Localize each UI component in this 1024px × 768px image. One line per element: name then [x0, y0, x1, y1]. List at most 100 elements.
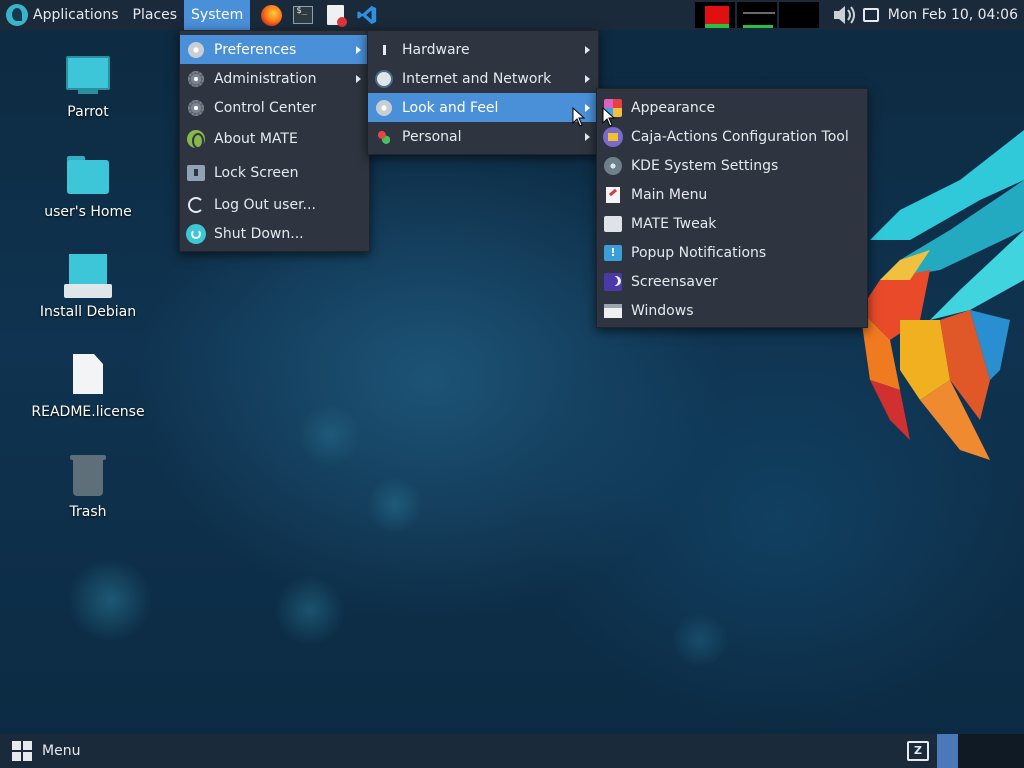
look-and-feel-submenu: Appearance Caja-Actions Configuration To… [596, 88, 868, 328]
menu-item-label: Hardware [402, 41, 470, 58]
mouse-pointer-icon [602, 107, 616, 127]
kde-settings-icon [603, 156, 623, 176]
menu-item-label: Administration [214, 70, 317, 87]
mouse-pointer-icon [572, 107, 586, 127]
menu-item-personal[interactable]: Personal [368, 122, 598, 151]
trash-icon [64, 452, 112, 500]
main-menu-label: Menu [42, 743, 81, 759]
network-graph [778, 2, 819, 28]
mate-tweak-icon [603, 214, 623, 234]
desktop-icon-home[interactable]: user's Home [28, 152, 148, 220]
keyboard-indicator-icon[interactable]: Z [907, 741, 929, 761]
menu-item-log-out[interactable]: Log Out user... [180, 190, 369, 219]
menu-item-label: Windows [631, 302, 694, 319]
desktop-icon-label: README.license [31, 404, 145, 420]
menu-item-label: Screensaver [631, 273, 718, 290]
menu-item-label: Main Menu [631, 186, 708, 203]
menu-item-main-menu[interactable]: Main Menu [597, 180, 867, 209]
menu-item-kde-system-settings[interactable]: KDE System Settings [597, 151, 867, 180]
installer-icon [64, 252, 112, 300]
places-menu-label: Places [132, 7, 178, 23]
mate-logo-icon [186, 129, 206, 149]
memory-graph [736, 2, 777, 28]
lock-icon [186, 163, 206, 183]
logout-icon [186, 195, 206, 215]
desktop-icon-label: Install Debian [39, 304, 137, 320]
menu-item-label: Preferences [214, 41, 297, 58]
menu-item-label: Shut Down... [214, 225, 304, 242]
terminal-launcher[interactable]: $_ [290, 2, 316, 28]
menu-item-internet-network[interactable]: Internet and Network [368, 64, 598, 93]
window-list-icon[interactable] [862, 8, 879, 22]
submenu-arrow-icon [356, 45, 361, 54]
places-menu[interactable]: Places [126, 0, 185, 30]
menu-item-label: Appearance [631, 99, 716, 116]
screensaver-icon [603, 272, 623, 292]
screenshot-icon [326, 5, 347, 27]
menu-item-label: MATE Tweak [631, 215, 717, 232]
menu-item-windows[interactable]: Windows [597, 296, 867, 325]
menu-item-mate-tweak[interactable]: MATE Tweak [597, 209, 867, 238]
menu-item-label: Personal [402, 128, 462, 145]
parrot-logo-icon [6, 4, 28, 26]
menu-item-hardware[interactable]: Hardware [368, 35, 598, 64]
hardware-icon [374, 40, 394, 60]
menu-item-appearance[interactable]: Appearance [597, 93, 867, 122]
firefox-icon [260, 4, 282, 26]
menu-item-label: Internet and Network [402, 70, 552, 87]
menu-item-popup-notifications[interactable]: ! Popup Notifications [597, 238, 867, 267]
menu-item-label: Log Out user... [214, 196, 316, 213]
menu-item-caja-actions[interactable]: Caja-Actions Configuration Tool [597, 122, 867, 151]
globe-icon [374, 69, 394, 89]
menu-item-label: KDE System Settings [631, 157, 779, 174]
menu-item-control-center[interactable]: Control Center [180, 93, 369, 122]
desktop-icon-label: user's Home [44, 204, 132, 220]
menu-item-preferences[interactable]: Preferences [180, 35, 369, 64]
clock[interactable]: Mon Feb 10, 04:06 [888, 7, 1018, 23]
caja-actions-icon [603, 126, 623, 147]
system-menu[interactable]: System [184, 0, 251, 30]
menu-item-label: Caja-Actions Configuration Tool [631, 128, 849, 145]
submenu-arrow-icon [585, 74, 590, 83]
desktop-icon-label: Parrot [67, 104, 109, 120]
power-icon [186, 223, 206, 244]
applications-menu[interactable]: Applications [0, 0, 126, 30]
menu-item-lock-screen[interactable]: Lock Screen [180, 156, 369, 190]
system-dropdown: Preferences Administration Control Cente… [179, 30, 370, 252]
notification-icon: ! [603, 243, 623, 263]
vscode-launcher[interactable] [354, 2, 380, 28]
vscode-icon [357, 5, 377, 25]
menu-item-label: Look and Feel [402, 99, 499, 116]
home-folder-icon [64, 152, 112, 200]
windows-icon [603, 301, 623, 321]
cpu-graph [694, 2, 735, 28]
desktop-icon-readme[interactable]: README.license [28, 352, 148, 420]
computer-icon [64, 52, 112, 100]
workspace-1[interactable] [937, 734, 958, 768]
main-menu-button[interactable]: Menu [0, 734, 80, 768]
top-panel: Applications Places System $_ Mon Feb 10… [0, 0, 1024, 30]
terminal-icon: $_ [293, 6, 314, 24]
screenshot-launcher[interactable] [322, 2, 348, 28]
volume-icon[interactable] [831, 2, 857, 28]
menu-item-about-mate[interactable]: About MATE [180, 122, 369, 156]
desktop-icon-parrot[interactable]: Parrot [28, 52, 148, 120]
menu-item-screensaver[interactable]: Screensaver [597, 267, 867, 296]
desktop-icon-trash[interactable]: Trash [28, 452, 148, 520]
gear-icon [186, 69, 206, 89]
menu-item-label: Lock Screen [214, 165, 299, 181]
workspace-2[interactable] [958, 734, 1024, 768]
menu-item-label: Popup Notifications [631, 244, 767, 261]
menu-item-look-and-feel[interactable]: Look and Feel [368, 93, 598, 122]
menu-item-shut-down[interactable]: Shut Down... [180, 219, 369, 248]
document-icon [64, 352, 112, 400]
menu-item-administration[interactable]: Administration [180, 64, 369, 93]
submenu-arrow-icon [585, 132, 590, 141]
submenu-arrow-icon [356, 74, 361, 83]
desktop-icon-install-debian[interactable]: Install Debian [28, 252, 148, 320]
grid-menu-icon [12, 741, 32, 761]
submenu-arrow-icon [585, 45, 590, 54]
system-monitor[interactable] [694, 2, 819, 28]
preferences-submenu: Hardware Internet and Network Look and F… [367, 30, 599, 155]
firefox-launcher[interactable] [258, 2, 284, 28]
